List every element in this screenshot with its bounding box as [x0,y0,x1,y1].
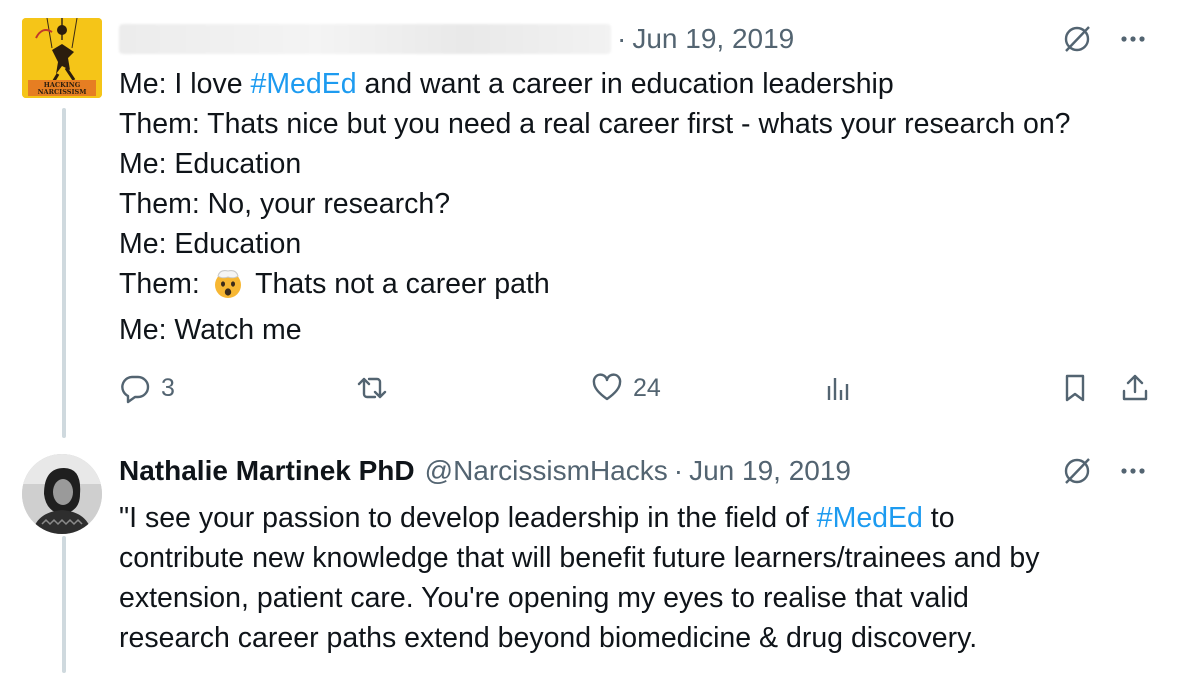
avatar-image [22,454,102,534]
exploding-head-emoji-icon [212,267,244,310]
text-line: research career paths extend beyond biom… [119,622,978,654]
text-line: Them: Thats not a career path [119,264,1158,310]
heart-icon [592,373,622,401]
reply-button[interactable]: 3 [119,366,175,410]
bookmark-icon [1065,374,1085,402]
bookmark-button[interactable] [1059,366,1091,410]
share-icon [1122,374,1148,401]
tweet-text: "I see your passion to develop leadershi… [119,498,1158,658]
text-line: Me: Watch me [119,314,302,346]
like-count: 24 [633,373,661,402]
hashtag-link[interactable]: #MedEd [250,68,356,100]
text-line: extension, patient care. You're opening … [119,582,969,614]
text-line: Me: Education [119,148,302,180]
separator-dot: · [673,455,684,486]
views-button[interactable] [823,366,865,410]
text-line: "I see your passion to develop leadershi… [119,502,955,534]
reply-count: 3 [161,373,175,402]
header-actions [1060,454,1150,488]
text-line: Them: Thats nice but you need a real car… [119,108,1071,140]
tweet-date[interactable]: Jun 19, 2019 [689,454,851,488]
conversation-thread: HACKING NARCISSISM · Jun 19, 2019 Me: I … [0,0,1198,673]
avatar[interactable] [22,454,102,534]
tweet[interactable]: Nathalie Martinek PhD @NarcissismHacks ·… [0,440,1198,673]
share-button[interactable] [1119,366,1151,410]
blurred-username [119,24,611,54]
tweet-actions: 3 24 [119,366,1159,410]
separator-dot: · [617,23,627,54]
text-line: Me: Education [119,228,302,260]
text-line: Them: No, your research? [119,188,451,220]
hashtag-link[interactable]: #MedEd [817,502,923,534]
more-icon[interactable] [1116,454,1150,488]
more-icon[interactable] [1116,22,1150,56]
reply-icon [121,375,150,404]
avatar-image: HACKING NARCISSISM [22,18,102,98]
tweet-header: · Jun 19, 2019 [119,22,1178,56]
tweet-text: Me: I love #MedEd and want a career in e… [119,64,1158,350]
display-name[interactable]: Nathalie Martinek PhD [119,454,415,488]
views-icon [827,378,849,400]
retweet-icon [357,377,387,399]
tweet-header: Nathalie Martinek PhD @NarcissismHacks ·… [119,454,1178,488]
text-line: Me: I love #MedEd and want a career in e… [119,68,894,100]
avatar-text: NARCISSISM [38,88,87,96]
no-sign-icon[interactable] [1060,454,1094,488]
no-sign-icon[interactable] [1060,22,1094,56]
tweet-date[interactable]: Jun 19, 2019 [632,22,794,56]
user-handle[interactable]: @NarcissismHacks [425,454,668,488]
text-line: contribute new knowledge that will benef… [119,542,1040,574]
tweet[interactable]: HACKING NARCISSISM · Jun 19, 2019 Me: I … [0,0,1198,440]
retweet-button[interactable] [355,366,399,410]
like-button[interactable]: 24 [591,366,661,410]
avatar[interactable]: HACKING NARCISSISM [22,18,102,98]
header-actions [1060,22,1150,56]
